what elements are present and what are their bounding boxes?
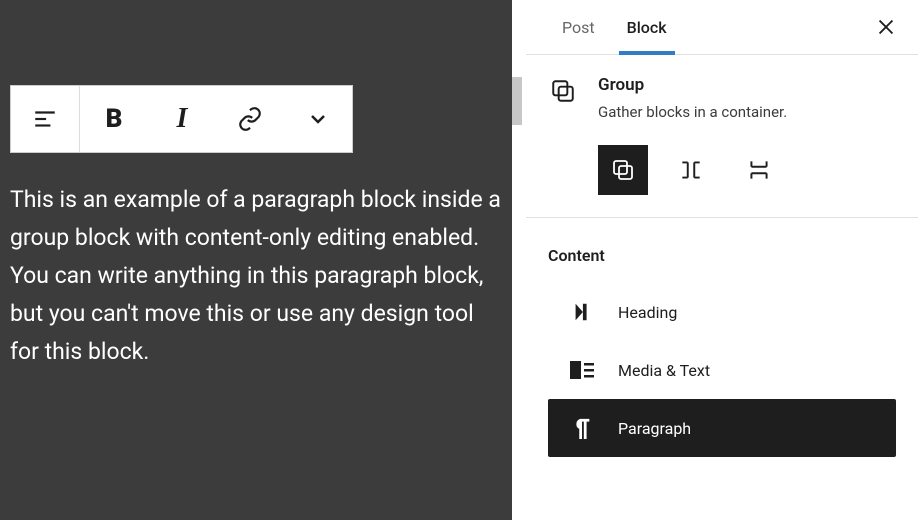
link-icon	[237, 106, 263, 132]
content-item-paragraph[interactable]: Paragraph	[548, 399, 896, 457]
settings-sidebar: Post Block Group Gather blocks in a cont…	[526, 0, 918, 520]
bold-button[interactable]: B	[80, 86, 148, 152]
variation-stack-button[interactable]	[734, 145, 784, 195]
content-heading: Content	[548, 246, 896, 265]
group-variation-toolbar	[598, 145, 896, 195]
content-item-media-text[interactable]: Media & Text	[548, 341, 896, 399]
variation-row-button[interactable]	[666, 145, 716, 195]
row-icon	[678, 157, 704, 183]
sidebar-tabs: Post Block	[526, 0, 918, 55]
scrollbar-track[interactable]	[512, 0, 526, 520]
scrollbar-thumb[interactable]	[512, 77, 522, 125]
align-left-icon	[32, 106, 58, 132]
block-toolbar: B I	[10, 85, 353, 153]
italic-button[interactable]: I	[148, 86, 216, 152]
tab-block[interactable]: Block	[611, 0, 683, 54]
group-icon	[550, 78, 576, 104]
content-item-label: Paragraph	[618, 419, 691, 438]
more-button[interactable]	[284, 86, 352, 152]
group-block-icon	[548, 75, 578, 121]
paragraph-block[interactable]: This is an example of a paragraph block …	[10, 181, 502, 371]
tab-post[interactable]: Post	[546, 0, 611, 54]
align-button[interactable]	[11, 86, 79, 152]
chevron-down-icon	[306, 107, 330, 131]
paragraph-icon	[568, 417, 596, 439]
heading-icon	[568, 301, 596, 323]
block-info-panel: Group Gather blocks in a container.	[526, 55, 918, 218]
variation-group-button[interactable]	[598, 145, 648, 195]
content-item-label: Heading	[618, 303, 677, 322]
block-title: Group	[598, 75, 787, 95]
editor-canvas: B I This is an example of a paragraph bl…	[0, 0, 512, 520]
block-description: Gather blocks in a container.	[598, 103, 787, 121]
close-icon	[875, 16, 897, 38]
link-button[interactable]	[216, 86, 284, 152]
close-sidebar-button[interactable]	[868, 9, 904, 45]
content-panel: Content Heading Media & Text	[526, 218, 918, 467]
content-item-label: Media & Text	[618, 361, 710, 380]
group-icon	[611, 158, 635, 182]
media-text-icon	[568, 359, 596, 381]
stack-icon	[746, 157, 772, 183]
content-item-heading[interactable]: Heading	[548, 283, 896, 341]
